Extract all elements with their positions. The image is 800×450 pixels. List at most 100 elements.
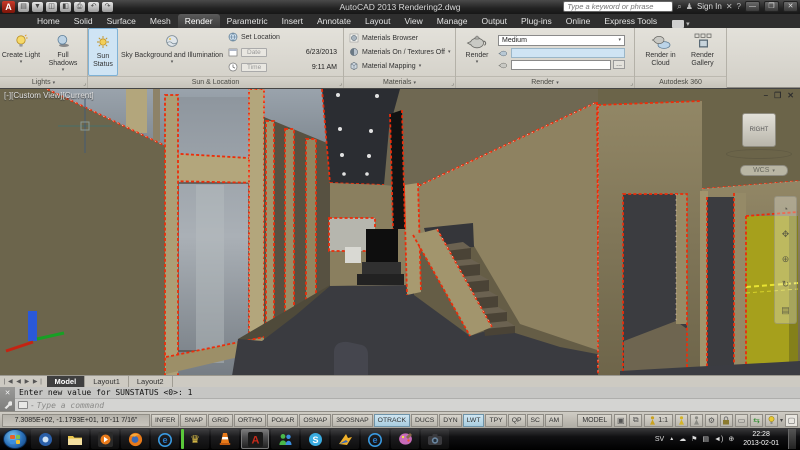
- materials-dialog-launcher-icon[interactable]: ⌟: [451, 80, 454, 87]
- ribbon-minimize-chevron-icon[interactable]: ▾: [686, 20, 690, 28]
- toggle-osnap[interactable]: OSNAP: [299, 413, 332, 427]
- layout2-tab[interactable]: Layout2: [129, 375, 173, 388]
- maximize-button[interactable]: ❐: [764, 1, 779, 12]
- command-input-line[interactable]: - Type a command: [15, 399, 800, 411]
- tab-layout[interactable]: Layout: [358, 14, 398, 28]
- ribbon-state-icon[interactable]: [672, 20, 685, 28]
- sign-in-button[interactable]: Sign In: [697, 2, 722, 11]
- tab-output[interactable]: Output: [475, 14, 515, 28]
- tray-expand-chevron-icon[interactable]: ▲: [669, 436, 674, 442]
- drawing-viewport[interactable]: .sel { stroke:#ec2d0a; stroke-width:1.8;…: [0, 88, 800, 377]
- exchange-icon[interactable]: ✕: [726, 2, 733, 11]
- open-file-icon[interactable]: ▼: [32, 2, 43, 12]
- tab-insert[interactable]: Insert: [275, 14, 310, 28]
- material-mapping-button[interactable]: Material Mapping ▾: [347, 59, 455, 73]
- model-tab[interactable]: Model: [46, 375, 86, 388]
- coordinates-readout[interactable]: 7.3085E+02, -1.1793E+01, 10'-11 7/16": [2, 413, 150, 427]
- layout-quickview-icon[interactable]: ▣: [614, 413, 628, 427]
- sun-dialog-launcher-icon[interactable]: ⌟: [339, 80, 342, 87]
- toggle-am[interactable]: AM: [544, 413, 564, 427]
- drawing-quickview-icon[interactable]: ⧉: [629, 413, 643, 427]
- orbit-icon[interactable]: ↻: [782, 279, 790, 290]
- tab-manage[interactable]: Manage: [430, 14, 475, 28]
- doorway-1[interactable]: [622, 193, 688, 373]
- render-in-cloud-button[interactable]: Render in Cloud: [639, 28, 683, 76]
- model-space-button[interactable]: MODEL: [577, 413, 613, 427]
- media-arrow-app-icon[interactable]: [331, 429, 359, 449]
- pan-icon[interactable]: ✥: [782, 229, 790, 240]
- tab-nav-arrows[interactable]: ❘◀ ◀ ▶ ▶❘: [0, 378, 47, 385]
- tray-document-icon[interactable]: ▤: [702, 435, 709, 443]
- toggle-polar[interactable]: POLAR: [267, 413, 299, 427]
- volume-icon[interactable]: ◄): [714, 436, 723, 443]
- undo-icon[interactable]: ↶: [88, 2, 99, 12]
- show-desktop-button[interactable]: [788, 429, 796, 449]
- firefox-icon[interactable]: [121, 429, 149, 449]
- full-shadows-button[interactable]: Full Shadows ▾: [42, 28, 84, 76]
- command-close-icon[interactable]: ✕: [5, 389, 11, 397]
- cloud-tray-icon[interactable]: ☁: [679, 435, 686, 443]
- lights-panel-label[interactable]: Lights: [32, 79, 51, 86]
- layout1-tab[interactable]: Layout1: [85, 375, 129, 388]
- clean-screen-button[interactable]: ▢: [785, 413, 798, 427]
- internet-explorer-2-icon[interactable]: e: [361, 429, 389, 449]
- toggle-lwt[interactable]: LWT: [462, 413, 485, 427]
- file-explorer-icon[interactable]: [61, 429, 89, 449]
- status-menu-chevron-icon[interactable]: ▾: [780, 417, 783, 424]
- plot-icon[interactable]: ⎙: [74, 2, 85, 12]
- language-indicator[interactable]: SV: [655, 436, 664, 443]
- materials-panel-label[interactable]: Materials: [383, 79, 411, 86]
- toggle-grid[interactable]: GRID: [207, 413, 233, 427]
- viewport-3d-scene[interactable]: .sel { stroke:#ec2d0a; stroke-width:1.8;…: [0, 88, 800, 377]
- sun-time-field[interactable]: Time 9:11 AM: [226, 60, 342, 74]
- toggle-ducs[interactable]: DUCS: [411, 413, 439, 427]
- sky-background-button[interactable]: Sky Background and Illumination ▾: [118, 28, 226, 76]
- showmotion-icon[interactable]: ▤: [781, 305, 790, 316]
- media-player-app-icon[interactable]: [91, 429, 119, 449]
- drawing-restore-icon[interactable]: ❐: [774, 91, 781, 100]
- crown-app-icon[interactable]: ♛: [181, 429, 209, 449]
- viewcube[interactable]: RIGHT: [742, 113, 776, 147]
- isolate-objects-icon[interactable]: ⇆: [749, 413, 763, 427]
- tab-view[interactable]: View: [398, 14, 430, 28]
- blue-media-app-icon[interactable]: [31, 429, 59, 449]
- drawing-minimize-icon[interactable]: –: [764, 91, 768, 100]
- navigation-bar[interactable]: ◔ ✥ ⊕ ↻ ▤: [774, 196, 797, 324]
- new-file-icon[interactable]: ▤: [18, 2, 29, 12]
- redo-icon[interactable]: ↷: [102, 2, 113, 12]
- create-light-button[interactable]: Create Light ▾: [0, 28, 42, 76]
- lights-dialog-launcher-icon[interactable]: ⌟: [83, 80, 86, 87]
- toggle-3dosnap[interactable]: 3DOSNAP: [332, 413, 373, 427]
- drawing-close-icon[interactable]: ✕: [787, 91, 794, 100]
- help-icon[interactable]: ?: [737, 2, 741, 11]
- messenger-icon[interactable]: [271, 429, 299, 449]
- materials-browser-button[interactable]: Materials Browser: [347, 31, 455, 45]
- autodesk360-panel-label[interactable]: Autodesk 360: [659, 79, 702, 86]
- tab-render[interactable]: Render: [177, 14, 220, 28]
- floor-object[interactable]: [334, 341, 368, 376]
- start-button[interactable]: [3, 429, 27, 449]
- sun-location-panel-label[interactable]: Sun & Location: [192, 79, 239, 86]
- render-browse-button[interactable]: ...: [613, 60, 625, 69]
- skype-icon[interactable]: S: [301, 429, 329, 449]
- ucs-selector[interactable]: WCS ▾: [740, 165, 788, 176]
- tab-solid[interactable]: Solid: [67, 14, 100, 28]
- viewport-controls-label[interactable]: [-][Custom View][Current]: [4, 91, 94, 100]
- command-prompt-placeholder[interactable]: Type a command: [37, 401, 104, 410]
- command-customize-wrench-icon[interactable]: [3, 400, 12, 410]
- render-gallery-button[interactable]: Render Gallery: [683, 28, 723, 76]
- steering-wheel-icon[interactable]: ◔: [783, 204, 788, 214]
- vlc-icon[interactable]: [211, 429, 239, 449]
- toggle-infer[interactable]: INFER: [151, 413, 180, 427]
- app-logo-icon[interactable]: A: [2, 1, 15, 13]
- lightbulb-status-icon[interactable]: [764, 413, 778, 427]
- tab-express-tools[interactable]: Express Tools: [597, 14, 664, 28]
- annotation-scale-button[interactable]: 1:1: [644, 413, 673, 427]
- tab-annotate[interactable]: Annotate: [310, 14, 358, 28]
- toggle-snap[interactable]: SNAP: [180, 413, 207, 427]
- hardware-acceleration-icon[interactable]: ▭: [734, 413, 748, 427]
- annotation-autoscale-icon[interactable]: [689, 413, 703, 427]
- toggle-otrack[interactable]: OTRACK: [373, 413, 410, 427]
- render-filename-field[interactable]: [511, 59, 612, 70]
- tab-parametric[interactable]: Parametric: [220, 14, 275, 28]
